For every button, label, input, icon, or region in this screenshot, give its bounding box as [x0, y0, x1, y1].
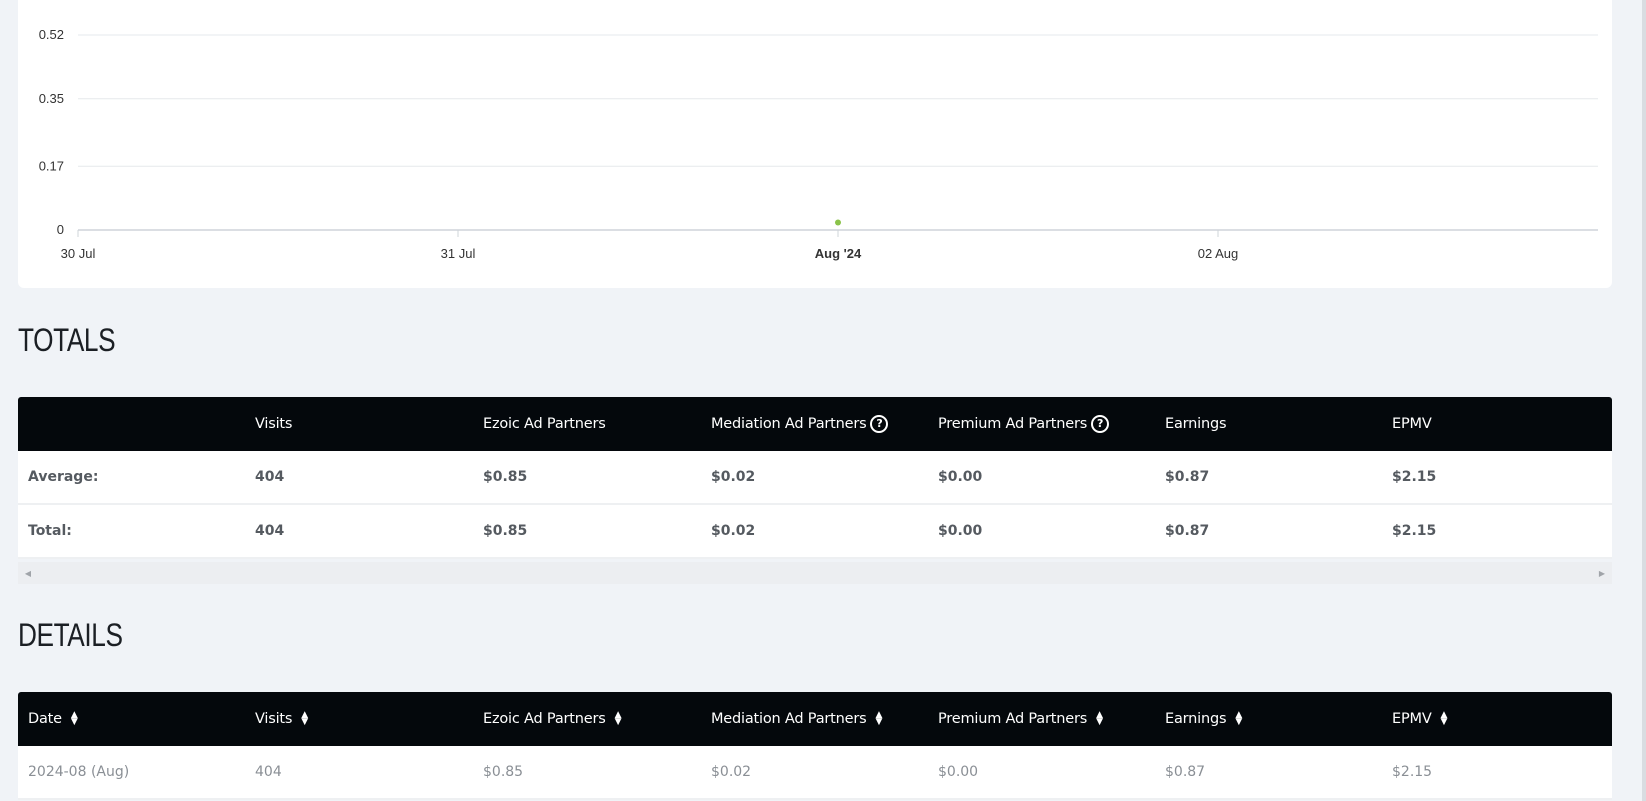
details-table: Date ▲ ▼ Visits ▲ ▼ Ezoic Ad Partners ▲ ▼ M… — [18, 692, 1612, 800]
cell-earnings: $0.87 — [1165, 469, 1210, 485]
details-header-visits: Visits — [255, 711, 293, 727]
sort-icon[interactable]: ▲ ▼ — [1441, 711, 1448, 727]
cell-earnings: $0.87 — [1165, 523, 1210, 539]
cell-epmv: $2.15 — [1392, 469, 1437, 485]
help-icon[interactable]: ? — [870, 415, 889, 433]
cell-mediation: $0.02 — [711, 469, 756, 485]
totals-header-earnings: Earnings — [1165, 416, 1227, 432]
cell-earnings: $0.87 — [1165, 764, 1206, 780]
row-label: Total: — [28, 523, 72, 539]
cell-premium: $0.00 — [938, 764, 979, 780]
sort-by-mediation[interactable]: Mediation Ad Partners ▲ ▼ — [711, 692, 882, 746]
details-header-premium: Premium Ad Partners — [938, 711, 1088, 727]
details-title: DETAILS — [18, 617, 123, 653]
cell-ezoic: $0.85 — [483, 469, 528, 485]
cell-mediation: $0.02 — [711, 523, 756, 539]
window-edge — [1642, 0, 1646, 801]
totals-header-row: Visits Ezoic Ad Partners Mediation Ad Pa… — [18, 397, 1612, 451]
sort-by-earnings[interactable]: Earnings ▲ ▼ — [1165, 692, 1242, 746]
x-tick-label: Aug '24 — [815, 246, 862, 261]
y-tick-label: 0 — [57, 222, 64, 237]
sort-by-ezoic[interactable]: Ezoic Ad Partners ▲ ▼ — [483, 692, 622, 746]
details-header-ezoic: Ezoic Ad Partners — [483, 711, 606, 727]
details-header-mediation: Mediation Ad Partners — [711, 711, 867, 727]
sort-icon[interactable]: ▲ ▼ — [71, 711, 78, 727]
x-tick-label: 30 Jul — [61, 246, 96, 261]
x-tick-label: 02 Aug — [1198, 246, 1239, 261]
cell-visits: 404 — [255, 523, 285, 539]
totals-header-epmv: EPMV — [1392, 416, 1432, 432]
x-tick-label: 31 Jul — [441, 246, 476, 261]
details-header-row: Date ▲ ▼ Visits ▲ ▼ Ezoic Ad Partners ▲ ▼ M… — [18, 692, 1612, 746]
cell-epmv: $2.15 — [1392, 523, 1437, 539]
cell-visits: 404 — [255, 469, 285, 485]
report-page: 0 0.17 0.35 0.52 30 Jul 31 Jul Aug '24 02 Aug T… — [0, 0, 1646, 801]
y-tick-label: 0.17 — [39, 158, 64, 173]
totals-row-total: Total: 404 $0.85 $0.02 $0.00 $0.87 $2.15 — [18, 505, 1612, 559]
sort-by-epmv[interactable]: EPMV ▲ ▼ — [1392, 692, 1447, 746]
totals-header-visits: Visits — [255, 416, 293, 432]
earnings-chart: 0 0.17 0.35 0.52 30 Jul 31 Jul Aug '24 02 Aug — [18, 0, 1612, 288]
sort-by-date[interactable]: Date ▲ ▼ — [28, 692, 78, 746]
row-label: Average: — [28, 469, 99, 485]
help-icon[interactable]: ? — [1091, 415, 1110, 433]
sort-by-premium[interactable]: Premium Ad Partners ▲ ▼ — [938, 692, 1103, 746]
cell-premium: $0.00 — [938, 523, 983, 539]
details-header-date: Date — [28, 711, 62, 727]
totals-header-mediation: Mediation Ad Partners ? — [711, 397, 889, 451]
cell-mediation: $0.02 — [711, 764, 752, 780]
horizontal-scrollbar[interactable]: ◀ ▶ — [18, 562, 1612, 584]
sort-icon[interactable]: ▲ ▼ — [1235, 711, 1242, 727]
cell-premium: $0.00 — [938, 469, 983, 485]
totals-table: Visits Ezoic Ad Partners Mediation Ad Pa… — [18, 397, 1612, 559]
y-tick-label: 0.52 — [39, 27, 64, 42]
totals-header-premium-label: Premium Ad Partners — [938, 416, 1088, 432]
totals-row-average: Average: 404 $0.85 $0.02 $0.00 $0.87 $2.… — [18, 451, 1612, 505]
totals-title: TOTALS — [18, 322, 116, 358]
cell-date: 2024-08 (Aug) — [28, 764, 130, 780]
details-header-epmv: EPMV — [1392, 711, 1432, 727]
totals-header-premium: Premium Ad Partners ? — [938, 397, 1110, 451]
sort-icon[interactable]: ▲ ▼ — [615, 711, 622, 727]
cell-epmv: $2.15 — [1392, 764, 1433, 780]
sort-icon[interactable]: ▲ ▼ — [875, 711, 882, 727]
totals-header-ezoic: Ezoic Ad Partners — [483, 416, 606, 432]
y-tick-label: 0.35 — [39, 91, 64, 106]
sort-icon[interactable]: ▲ ▼ — [1096, 711, 1103, 727]
scroll-right-icon[interactable]: ▶ — [1592, 562, 1612, 584]
data-point — [835, 219, 841, 226]
cell-ezoic: $0.85 — [483, 764, 524, 780]
sort-by-visits[interactable]: Visits ▲ ▼ — [255, 692, 308, 746]
details-header-earnings: Earnings — [1165, 711, 1227, 727]
cell-visits: 404 — [255, 764, 282, 780]
chart-svg: 0 0.17 0.35 0.52 30 Jul 31 Jul Aug '24 02 Aug — [39, 27, 1598, 261]
cell-ezoic: $0.85 — [483, 523, 528, 539]
details-row: 2024-08 (Aug) 404 $0.85 $0.02 $0.00 $0.8… — [18, 746, 1612, 800]
scroll-left-icon[interactable]: ◀ — [18, 562, 38, 584]
sort-icon[interactable]: ▲ ▼ — [301, 711, 308, 727]
totals-header-mediation-label: Mediation Ad Partners — [711, 416, 867, 432]
